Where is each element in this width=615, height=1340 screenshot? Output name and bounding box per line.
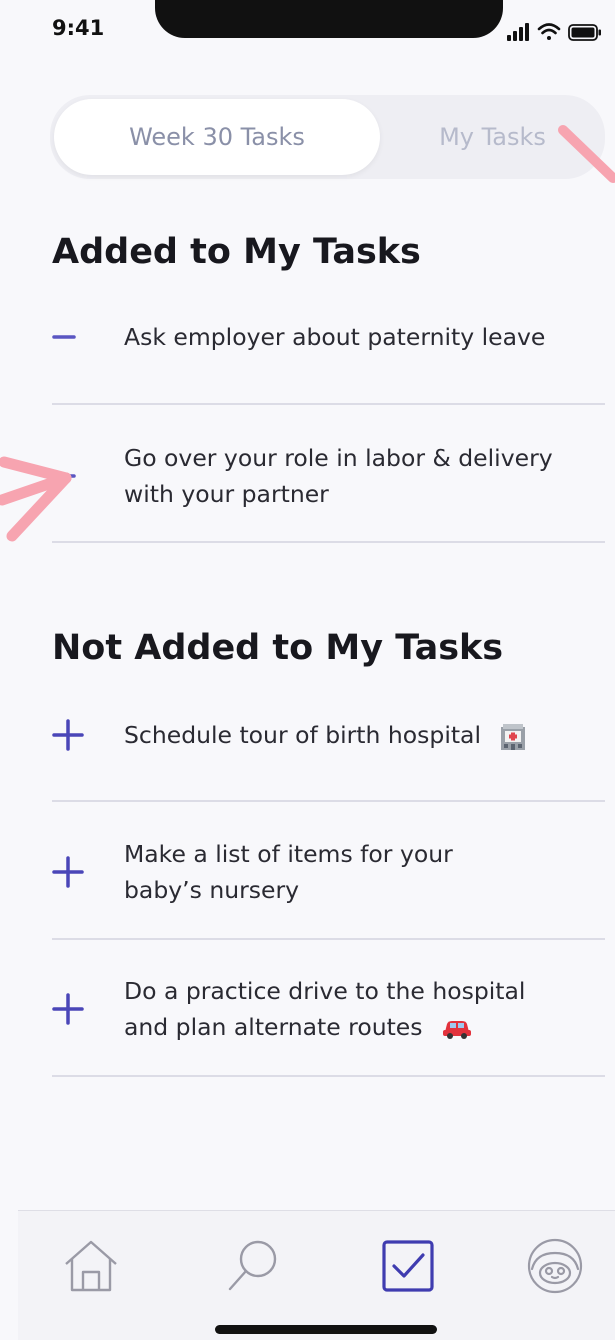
task-text: Make a list of items for your baby’s nur… [124,840,453,904]
added-section-title: Added to My Tasks [52,232,421,272]
tab-week-30-tasks[interactable]: Week 30 Tasks [54,99,380,175]
signal-icon [507,23,529,41]
status-time: 9:41 [52,16,105,40]
task-row[interactable]: Schedule tour of birth hospital [52,713,605,757]
tasks-screen: 9:41 Week 30 Tasks My Tasks Added to My … [0,0,615,1340]
tab-home[interactable] [56,1231,126,1301]
task-row[interactable]: Ask employer about paternity leave [52,315,605,359]
minus-icon[interactable] [52,325,124,349]
hospital-emoji-icon [501,723,526,750]
bottom-tab-bar [18,1210,615,1340]
tasks-checkbox-icon [382,1240,434,1292]
task-label: Schedule tour of birth hospital [124,721,481,749]
status-bar: 9:41 [0,0,615,60]
divider [52,1075,605,1077]
divider [52,403,605,405]
profile-avatar-icon [527,1238,583,1294]
wifi-icon [537,23,561,40]
tab-search[interactable] [218,1231,288,1301]
tab-profile[interactable] [520,1231,590,1301]
task-text: Do a practice drive to the hospital and … [124,973,544,1045]
task-text: Ask employer about paternity leave [124,323,546,351]
home-indicator [215,1325,437,1334]
device-notch [155,0,503,38]
plus-icon[interactable] [52,856,124,888]
search-icon [228,1240,277,1291]
tab-my-tasks[interactable]: My Tasks [380,95,605,179]
battery-icon [568,24,601,41]
task-row[interactable]: Make a list of items for your baby’s nur… [52,833,605,911]
tab-tasks[interactable] [373,1231,443,1301]
segmented-control: Week 30 Tasks My Tasks [50,95,605,179]
task-row[interactable]: Go over your role in labor & delivery wi… [52,437,605,515]
divider [52,541,605,543]
home-icon [65,1240,117,1292]
task-text: Schedule tour of birth hospital [124,717,526,753]
divider [52,938,605,940]
minus-icon[interactable] [52,464,124,488]
task-text: Go over your role in labor & delivery wi… [124,444,553,508]
task-row[interactable]: Do a practice drive to the hospital and … [52,970,605,1048]
plus-icon[interactable] [52,993,124,1025]
divider [52,800,605,802]
status-icons [507,23,601,41]
car-emoji-icon [443,1020,471,1039]
not-added-section-title: Not Added to My Tasks [52,628,504,668]
plus-icon[interactable] [52,719,124,751]
